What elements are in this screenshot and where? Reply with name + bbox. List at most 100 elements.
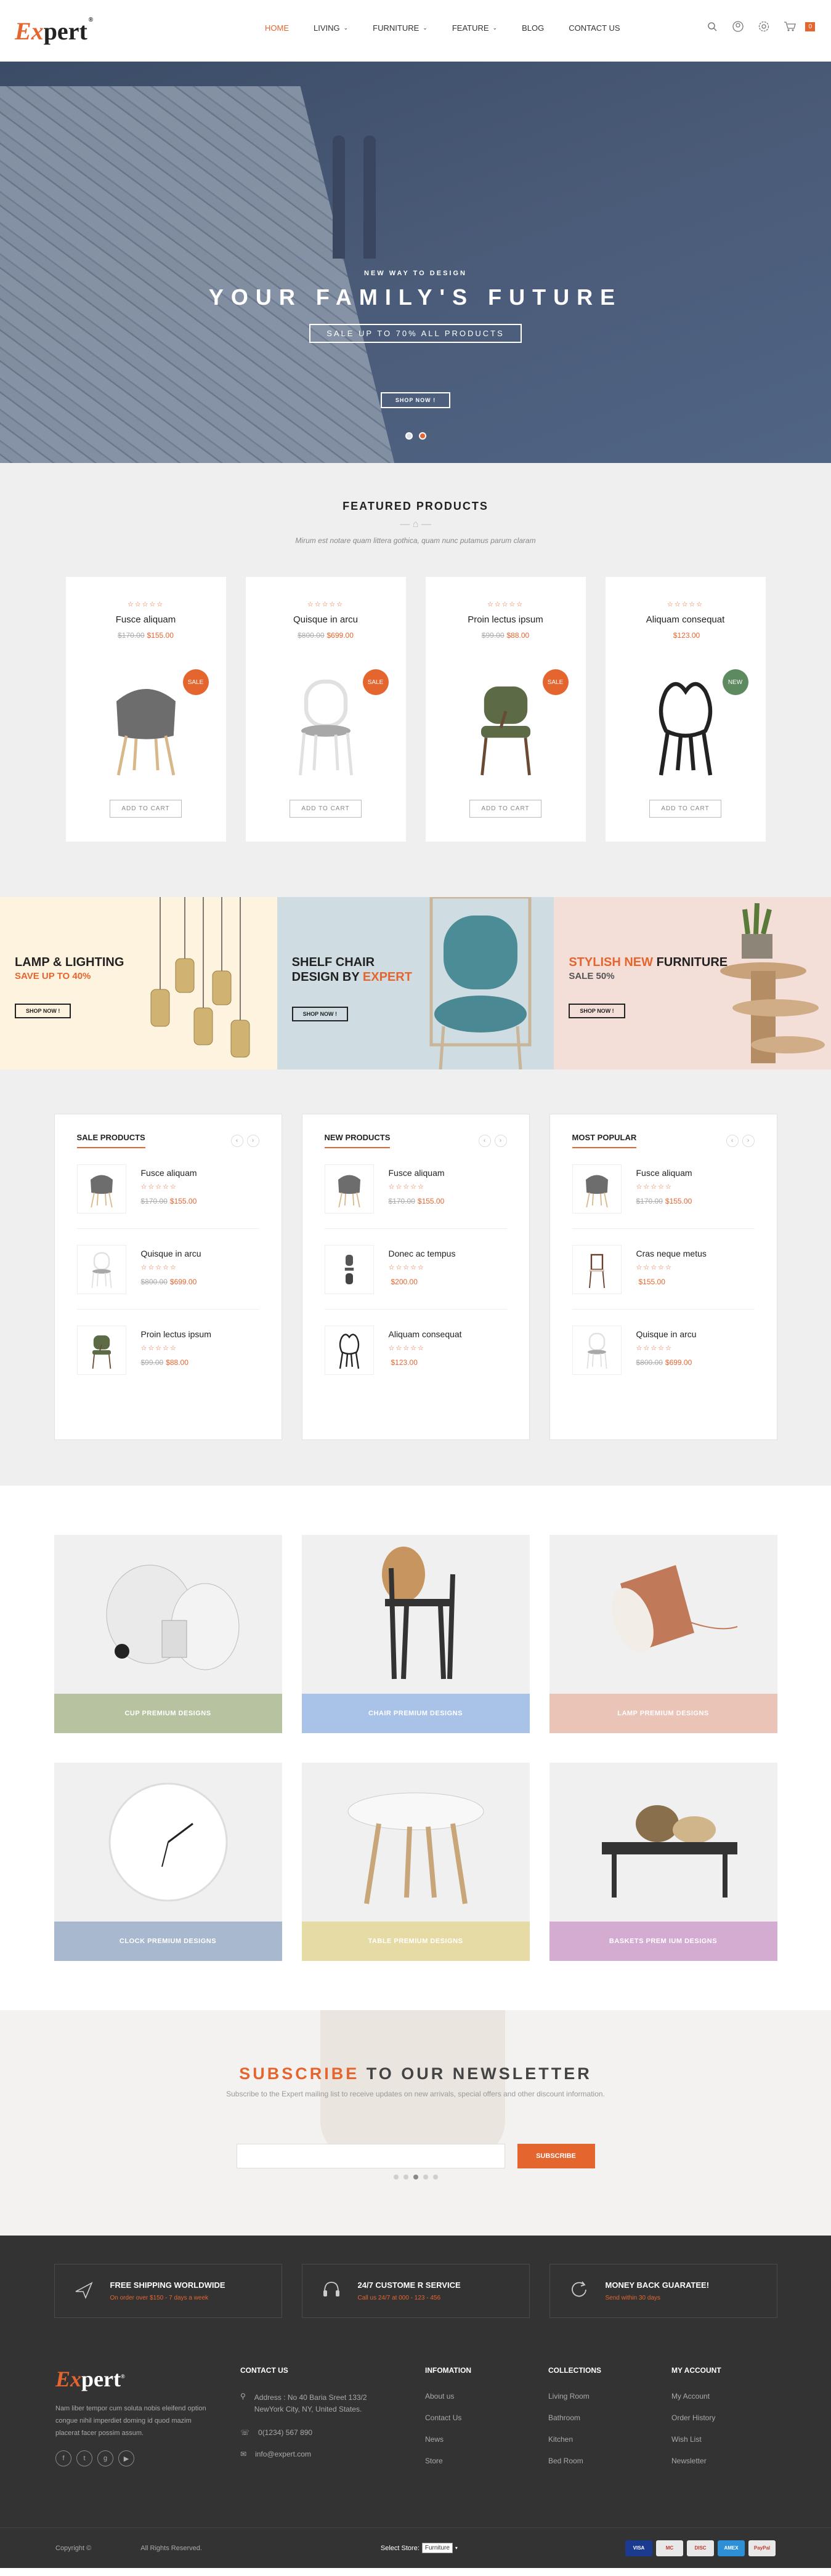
footer-link[interactable]: About us: [425, 2392, 548, 2401]
chevron-right-icon[interactable]: ›: [246, 1134, 259, 1147]
youtube-icon[interactable]: ▶: [118, 2450, 134, 2467]
category-label[interactable]: CHAIR PREMIUM DESIGNS: [301, 1694, 530, 1733]
category-image[interactable]: [54, 1763, 282, 1922]
category-label[interactable]: LAMP PREMIUM DESIGNS: [549, 1694, 777, 1733]
list-item-image[interactable]: [572, 1326, 622, 1375]
nav-feature[interactable]: FEATURE ⌄: [452, 23, 497, 33]
list-item-name[interactable]: Donec ac tempus: [389, 1249, 456, 1258]
gear-icon[interactable]: [757, 20, 771, 33]
list-item[interactable]: Quisque in arcu ☆☆☆☆☆ $800.00 $699.00: [76, 1229, 259, 1310]
list-item-image[interactable]: [324, 1164, 374, 1214]
category-image[interactable]: [54, 1535, 282, 1694]
category-label[interactable]: TABLE PREMIUM DESIGNS: [301, 1922, 530, 1961]
site-logo[interactable]: Ex pert ®: [15, 17, 93, 46]
list-item[interactable]: Cras neque metus ☆☆☆☆☆ $155.00: [572, 1229, 755, 1310]
footer-link[interactable]: Store: [425, 2457, 548, 2465]
footer-logo[interactable]: Expert®: [55, 2366, 240, 2392]
nav-contact-us[interactable]: CONTACT US: [569, 23, 620, 33]
chevron-left-icon[interactable]: ‹: [726, 1134, 739, 1147]
footer-link[interactable]: Bathroom: [548, 2413, 671, 2422]
footer-link[interactable]: Living Room: [548, 2392, 671, 2401]
list-item[interactable]: Proin lectus ipsum ☆☆☆☆☆ $99.00 $88.00: [76, 1310, 259, 1390]
list-item-image[interactable]: [76, 1245, 126, 1294]
footer-link[interactable]: Kitchen: [548, 2435, 671, 2444]
nav-living[interactable]: LIVING ⌄: [314, 23, 348, 33]
footer-link[interactable]: Contact Us: [425, 2413, 548, 2422]
category-image[interactable]: [302, 1763, 530, 1922]
footer-link[interactable]: Newsletter: [671, 2457, 770, 2465]
chevron-left-icon[interactable]: ‹: [478, 1134, 491, 1147]
category-image[interactable]: [302, 1535, 530, 1694]
category-card[interactable]: LAMP PREMIUM DESIGNS: [549, 1535, 777, 1733]
list-item-image[interactable]: [572, 1164, 622, 1214]
product-name[interactable]: Aliquam consequat: [606, 614, 766, 625]
category-card[interactable]: BASKETS PREM IUM DESIGNS: [549, 1763, 777, 1961]
twitter-icon[interactable]: t: [76, 2450, 92, 2467]
list-item-name[interactable]: Fusce aliquam: [141, 1168, 197, 1178]
nav-blog[interactable]: BLOG: [522, 23, 544, 33]
category-image[interactable]: [549, 1763, 777, 1922]
list-item-image[interactable]: [324, 1326, 374, 1375]
list-item[interactable]: Quisque in arcu ☆☆☆☆☆ $800.00 $699.00: [572, 1310, 755, 1390]
product-name[interactable]: Quisque in arcu: [246, 614, 406, 625]
search-icon[interactable]: [705, 20, 719, 33]
footer-link[interactable]: My Account: [671, 2392, 770, 2401]
list-item[interactable]: Fusce aliquam ☆☆☆☆☆ $170.00 $155.00: [324, 1148, 507, 1229]
category-card[interactable]: CLOCK PREMIUM DESIGNS: [54, 1763, 282, 1961]
product-name[interactable]: Proin lectus ipsum: [426, 614, 586, 625]
nav-furniture[interactable]: FURNITURE ⌄: [373, 23, 428, 33]
list-item-name[interactable]: Quisque in arcu: [636, 1329, 697, 1339]
subscribe-button[interactable]: SUBSCRIBE: [517, 2144, 595, 2168]
list-item[interactable]: Fusce aliquam ☆☆☆☆☆ $170.00 $155.00: [76, 1148, 259, 1229]
category-card[interactable]: CUP PREMIUM DESIGNS: [54, 1535, 282, 1733]
category-image[interactable]: [549, 1535, 777, 1694]
newsletter-email-input[interactable]: [236, 2144, 505, 2168]
add-to-cart-button[interactable]: ADD TO CART: [649, 800, 721, 818]
list-item-name[interactable]: Cras neque metus: [636, 1249, 707, 1258]
chevron-left-icon[interactable]: ‹: [230, 1134, 243, 1147]
banner-shop-now-button[interactable]: SHOP NOW !: [291, 1007, 349, 1021]
google-plus-icon[interactable]: g: [97, 2450, 113, 2467]
hero-shop-now-button[interactable]: SHOP NOW !: [380, 392, 451, 408]
nav-home[interactable]: HOME: [265, 23, 289, 33]
category-card[interactable]: TABLE PREMIUM DESIGNS: [301, 1763, 530, 1961]
list-item[interactable]: Fusce aliquam ☆☆☆☆☆ $170.00 $155.00: [572, 1148, 755, 1229]
add-to-cart-button[interactable]: ADD TO CART: [290, 800, 362, 818]
footer-link[interactable]: Wish List: [671, 2435, 770, 2444]
footer-link[interactable]: News: [425, 2435, 548, 2444]
list-item-name[interactable]: Fusce aliquam: [636, 1168, 692, 1178]
add-to-cart-button[interactable]: ADD TO CART: [469, 800, 541, 818]
add-to-cart-button[interactable]: ADD TO CART: [110, 800, 182, 818]
list-item[interactable]: Donec ac tempus ☆☆☆☆☆ $200.00: [324, 1229, 507, 1310]
chevron-right-icon[interactable]: ›: [742, 1134, 755, 1147]
product-card[interactable]: ☆☆☆☆☆ Proin lectus ipsum $99.00 $88.00 SA…: [425, 577, 586, 842]
product-card[interactable]: ☆☆☆☆☆ Quisque in arcu $800.00 $699.00 SAL…: [245, 577, 406, 842]
product-card[interactable]: ☆☆☆☆☆ Fusce aliquam $170.00 $155.00 SALE …: [65, 577, 226, 842]
footer-link[interactable]: Order History: [671, 2413, 770, 2422]
banner-shop-now-button[interactable]: SHOP NOW !: [15, 1004, 71, 1018]
category-label[interactable]: CLOCK PREMIUM DESIGNS: [54, 1922, 282, 1961]
banner-stylish-furniture[interactable]: STYLISH NEW FURNITURE SALE 50% SHOP NOW …: [554, 897, 831, 1069]
category-label[interactable]: BASKETS PREM IUM DESIGNS: [549, 1922, 777, 1961]
category-label[interactable]: CUP PREMIUM DESIGNS: [54, 1694, 282, 1733]
product-card[interactable]: ☆☆☆☆☆ Aliquam consequat $123.00 NEW ADD …: [605, 577, 766, 842]
list-item-image[interactable]: [76, 1326, 126, 1375]
list-item-name[interactable]: Quisque in arcu: [141, 1249, 201, 1258]
cart-icon[interactable]: [783, 20, 797, 33]
banner-shop-now-button[interactable]: SHOP NOW !: [569, 1004, 625, 1018]
banner-lamp[interactable]: LAMP & LIGHTING SAVE UP TO 40% SHOP NOW …: [0, 897, 277, 1069]
chevron-down-icon[interactable]: ▾: [455, 2545, 458, 2551]
list-item-image[interactable]: [324, 1245, 374, 1294]
slider-dot[interactable]: [405, 432, 413, 440]
list-item-name[interactable]: Proin lectus ipsum: [141, 1329, 211, 1339]
banner-shelf-chair[interactable]: SHELF CHAIR DESIGN BY EXPERT SHOP NOW !: [277, 897, 554, 1069]
product-name[interactable]: Fusce aliquam: [66, 614, 226, 625]
list-item[interactable]: Aliquam consequat ☆☆☆☆☆ $123.00: [324, 1310, 507, 1390]
footer-link[interactable]: Bed Room: [548, 2457, 671, 2465]
facebook-icon[interactable]: f: [55, 2450, 71, 2467]
list-item-name[interactable]: Aliquam consequat: [389, 1329, 462, 1339]
list-item-image[interactable]: [76, 1164, 126, 1214]
list-item-image[interactable]: [572, 1245, 622, 1294]
category-card[interactable]: CHAIR PREMIUM DESIGNS: [301, 1535, 530, 1733]
chevron-right-icon[interactable]: ›: [494, 1134, 507, 1147]
